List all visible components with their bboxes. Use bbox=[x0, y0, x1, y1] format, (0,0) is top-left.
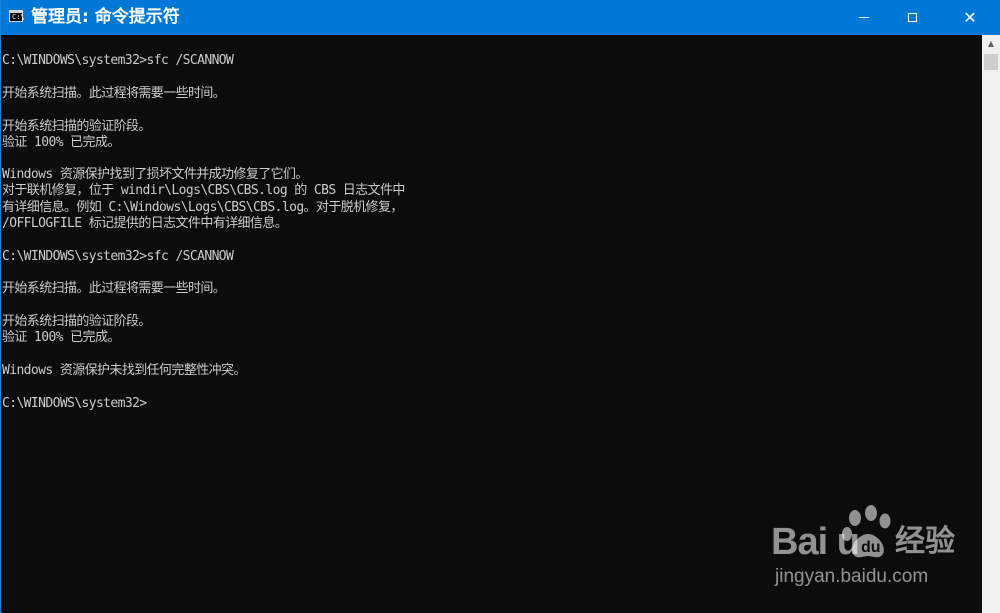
console-line: /OFFLOGFILE 标记提供的日志文件中有详细信息。 bbox=[2, 216, 288, 231]
watermark-jingyan: 经验 bbox=[895, 524, 955, 559]
icon-glyph: C:\ bbox=[12, 13, 25, 21]
console-line: 开始系统扫描。此过程将需要一些时间。 bbox=[2, 281, 226, 296]
console-line: Windows 资源保护未找到任何完整性冲突。 bbox=[2, 363, 246, 378]
console-line: Windows 资源保护找到了损坏文件并成功修复了它们。 bbox=[2, 167, 308, 182]
cmd-window: C:\ 管理员: 命令提示符 ✕ C:\WINDOWS\system32>sfc… bbox=[0, 0, 1000, 613]
console-line: 验证 100% 已完成。 bbox=[2, 330, 120, 345]
minimize-icon bbox=[859, 17, 869, 18]
minimize-button[interactable] bbox=[841, 0, 887, 35]
console-prompt: C:\WINDOWS\system32> bbox=[2, 396, 147, 411]
svg-text:du: du bbox=[861, 539, 881, 556]
console-line: 开始系统扫描的验证阶段。 bbox=[2, 314, 151, 329]
cmd-app-icon[interactable]: C:\ bbox=[9, 10, 25, 22]
vertical-scrollbar[interactable]: ▲ bbox=[982, 35, 1000, 613]
console-line: C:\WINDOWS\system32>sfc /SCANNOW bbox=[2, 53, 234, 68]
close-icon: ✕ bbox=[963, 7, 977, 27]
scroll-up-arrow-icon[interactable]: ▲ bbox=[982, 35, 1000, 52]
console-line: 对于联机修复，位于 windir\Logs\CBS\CBS.log 的 CBS … bbox=[2, 183, 405, 198]
maximize-icon bbox=[907, 13, 917, 22]
console-line: C:\WINDOWS\system32>sfc /SCANNOW bbox=[2, 249, 234, 264]
baidu-paw-icon: du bbox=[842, 505, 891, 558]
console-line: 有详细信息。例如 C:\Windows\Logs\CBS\CBS.log。对于脱… bbox=[2, 200, 403, 215]
console-line: 验证 100% 已完成。 bbox=[2, 135, 120, 150]
watermark-url: jingyan.baidu.com bbox=[775, 566, 929, 587]
title-bar[interactable]: C:\ 管理员: 命令提示符 ✕ bbox=[1, 0, 1000, 35]
close-button[interactable]: ✕ bbox=[947, 0, 993, 35]
console-line: 开始系统扫描。此过程将需要一些时间。 bbox=[2, 86, 226, 101]
baidu-jingyan-watermark: Bai u du 经验 jingyan.baidu.com bbox=[767, 500, 977, 600]
window-title: 管理员: 命令提示符 bbox=[31, 7, 180, 27]
scroll-thumb[interactable] bbox=[984, 54, 998, 70]
console-line: 开始系统扫描的验证阶段。 bbox=[2, 119, 151, 134]
maximize-button[interactable] bbox=[889, 0, 935, 35]
